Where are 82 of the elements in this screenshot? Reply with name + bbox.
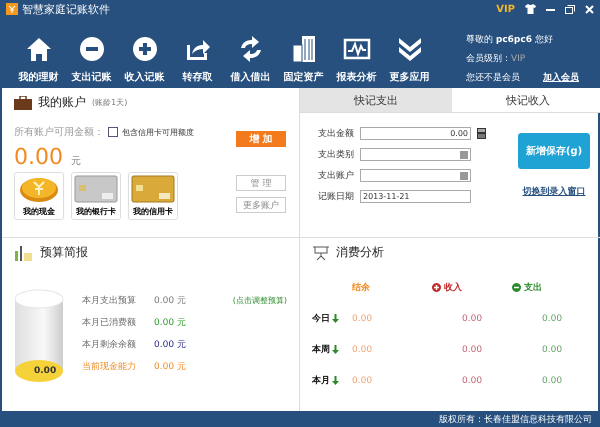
budget-value: 0.00 元: [154, 294, 187, 306]
table-cell-text: 0.00: [541, 344, 564, 354]
budget-value: 0.00 元: [154, 316, 187, 328]
toolbar-button[interactable]: 借入借出: [224, 35, 277, 84]
app-logo-icon: [6, 3, 18, 15]
currency-unit: 元: [70, 155, 81, 168]
budget-label: 本月剩余余额: [82, 338, 137, 350]
include-credit-label: 包含信用卡可用额度: [122, 126, 194, 138]
field-label: 记账日期: [318, 190, 354, 203]
toolbar-button[interactable]: 我的理财: [12, 35, 65, 84]
toolbar-button[interactable]: 转存取: [171, 35, 224, 84]
budget-value: 0.00 元: [154, 338, 187, 350]
date-field[interactable]: 2013-11-21: [360, 190, 471, 203]
section-title: 预算简报: [40, 244, 88, 261]
dropdown-field[interactable]: [360, 169, 471, 182]
account-age: (账龄1天): [92, 97, 128, 108]
budget-label: 当前现金能力: [82, 360, 137, 372]
more-accounts-button[interactable]: 更多账户: [236, 197, 286, 213]
home-icon: [24, 35, 52, 63]
down-arrow-icon: [332, 345, 339, 354]
close-icon[interactable]: [585, 4, 594, 14]
greeting-text: 尊敬的 pc6pc6 您好: [466, 34, 554, 46]
include-credit-checkbox[interactable]: [108, 127, 118, 137]
adjust-budget-link[interactable]: (点击调整预算): [204, 294, 287, 306]
calculator-icon[interactable]: [477, 128, 486, 139]
chart-icon: [14, 244, 34, 260]
row-label: 本周: [312, 343, 330, 356]
amount-field[interactable]: 0.00: [360, 127, 471, 140]
easel-icon: [312, 244, 330, 260]
account-card[interactable]: 我的现金: [14, 172, 64, 220]
row-label: 今日: [312, 312, 330, 325]
column-header: 支出: [524, 281, 542, 294]
join-member-link[interactable]: 加入会员: [543, 71, 594, 84]
copyright-text: 版权所有：长春佳盟信息科技有限公司: [439, 414, 592, 426]
budget-label: 本月支出预算: [82, 294, 137, 306]
vip-label: VIP: [496, 4, 515, 14]
tab[interactable]: 快记支出: [300, 88, 452, 112]
table-cell-text: 0.00: [461, 376, 484, 386]
table-cell-text: 0.00: [352, 314, 374, 324]
down-arrow-icon: [332, 314, 339, 323]
plus-circle-icon: [432, 283, 441, 292]
briefcase-icon: [14, 96, 32, 110]
toolbar-button[interactable]: 收入记账: [118, 35, 171, 84]
bank-card-icon: [74, 174, 118, 203]
minus-circle-icon: [512, 283, 521, 292]
section-title: 消费分析: [336, 244, 384, 261]
field-label: 支出金额: [318, 128, 354, 140]
restore-icon[interactable]: [565, 4, 575, 14]
switch-window-link[interactable]: 切换到录入窗口: [522, 185, 586, 198]
dropdown-field[interactable]: [360, 148, 471, 161]
account-card[interactable]: 我的银行卡: [71, 172, 121, 220]
available-amount-label: 所有账户可用金额：: [14, 126, 104, 139]
table-cell-text: 0.00: [461, 314, 484, 324]
toolbar-button[interactable]: 更多应用: [383, 35, 436, 84]
table-cell-text: 0.00: [461, 344, 484, 354]
window-title: 智慧家庭记账软件: [22, 2, 110, 16]
toolbar-button[interactable]: 报表分析: [330, 35, 383, 84]
cylinder-value: 0.00: [34, 366, 56, 376]
field-label: 支出类别: [318, 148, 354, 161]
membership-status: 您还不是会员: [466, 72, 521, 84]
total-amount: 0.00: [14, 145, 63, 170]
column-header: 收入: [444, 281, 462, 294]
member-level-text: 会员级别：VIP: [466, 52, 526, 65]
row-label: 本月: [312, 374, 330, 387]
plus-icon: [130, 35, 158, 63]
manage-button[interactable]: 管 理: [236, 175, 286, 191]
budget-value: 0.00 元: [154, 360, 187, 372]
minus-icon: [78, 35, 106, 63]
down-arrow-icon: [332, 376, 339, 385]
column-header: 结余: [352, 281, 370, 294]
table-cell-text: 0.00: [352, 376, 374, 386]
table-cell-text: 0.00: [352, 344, 374, 354]
tshirt-icon[interactable]: [525, 4, 536, 14]
field-label: 支出账户: [318, 170, 354, 182]
section-title: 我的账户: [38, 94, 86, 111]
table-cell-text: 0.00: [541, 376, 564, 386]
table-cell-text: 0.00: [541, 314, 564, 324]
credit-card-icon: [131, 174, 175, 203]
toolbar-button[interactable]: 固定资产: [277, 35, 330, 84]
budget-label: 本月已消费额: [82, 316, 137, 328]
account-card[interactable]: 我的信用卡: [128, 172, 178, 220]
toolbar-button[interactable]: 支出记账: [65, 35, 118, 84]
